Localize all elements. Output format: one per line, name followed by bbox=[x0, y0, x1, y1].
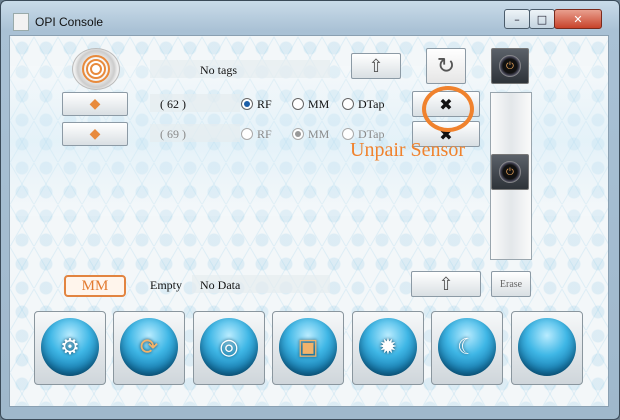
power-button-bottom[interactable]: ⏻ bbox=[491, 154, 529, 190]
eye-settings-icon: ✹ bbox=[378, 334, 398, 360]
tag-status: No tags bbox=[200, 63, 237, 77]
unpair-sensor-annotation: Unpair Sensor bbox=[350, 139, 465, 161]
sensor-2-mm-radio[interactable] bbox=[292, 128, 304, 140]
sensor-1-dtap-label: DTap bbox=[358, 97, 385, 111]
power-icon: ⏻ bbox=[499, 161, 521, 183]
sensor-2-count: ( 69 ) bbox=[160, 127, 186, 141]
tag-logo-icon bbox=[72, 48, 120, 90]
upload-tags-button[interactable]: ⇧ bbox=[351, 53, 401, 79]
mm-data-value: No Data bbox=[200, 278, 241, 292]
title-bar[interactable]: OPI Console – □ ✕ bbox=[1, 1, 619, 35]
maximize-button[interactable]: □ bbox=[529, 9, 555, 29]
settings-button[interactable]: ⚙ bbox=[34, 311, 106, 385]
power-button-top[interactable]: ⏻ bbox=[491, 48, 529, 84]
sync-button[interactable]: ⟳ bbox=[113, 311, 185, 385]
sensor-1-count: ( 62 ) bbox=[160, 97, 186, 111]
close-button[interactable]: ✕ bbox=[554, 9, 602, 29]
gear-icon: ⚙ bbox=[60, 334, 80, 360]
up-arrow-icon: ⇧ bbox=[438, 273, 454, 295]
sensor-1-rf-label: RF bbox=[257, 97, 272, 111]
sensor-1-button[interactable]: ◆ bbox=[62, 92, 128, 116]
sensor-icon: ◆ bbox=[89, 96, 101, 112]
mm-status-label: Empty bbox=[150, 278, 182, 292]
power-icon: ⏻ bbox=[499, 55, 521, 77]
refresh-button[interactable]: ↻ bbox=[426, 48, 466, 84]
sensor-1-rf-radio[interactable] bbox=[241, 98, 253, 110]
view-settings-button[interactable]: ✹ bbox=[352, 311, 424, 385]
sensor-1-dtap-radio[interactable] bbox=[342, 98, 354, 110]
memory-card-icon: ▣ bbox=[297, 334, 319, 360]
waveform-icon: ◎ bbox=[219, 334, 239, 360]
mm-upload-button[interactable]: ⇧ bbox=[411, 271, 481, 297]
memory-button[interactable]: ▣ bbox=[272, 311, 344, 385]
sync-icon: ⟳ bbox=[139, 334, 159, 360]
sensor-1-mm-radio[interactable] bbox=[292, 98, 304, 110]
console-panel: No tags ⇧ ↻ ⏻ ◆ ( 62 ) RF MM DTap ✖ ◆ ( … bbox=[9, 35, 609, 407]
mm-badge: MM bbox=[64, 275, 126, 297]
waveform-button[interactable]: ◎ bbox=[193, 311, 265, 385]
sensor-icon: ◆ bbox=[89, 126, 101, 142]
minimize-button[interactable]: – bbox=[504, 9, 530, 29]
app-icon bbox=[13, 13, 29, 31]
refresh-icon: ↻ bbox=[436, 53, 456, 79]
sensor-2-button[interactable]: ◆ bbox=[62, 122, 128, 146]
moon-icon: ☾ bbox=[457, 334, 477, 360]
blank-button[interactable] bbox=[511, 311, 583, 385]
sensor-1-mm-label: MM bbox=[308, 97, 330, 111]
sensor-2-rf-radio[interactable] bbox=[241, 128, 253, 140]
annotation-circle bbox=[422, 86, 474, 132]
night-mode-button[interactable]: ☾ bbox=[431, 311, 503, 385]
up-arrow-icon: ⇧ bbox=[368, 55, 384, 77]
sensor-2-mm-label: MM bbox=[308, 127, 330, 141]
erase-button[interactable]: Erase bbox=[491, 271, 531, 297]
app-window: OPI Console – □ ✕ No tags ⇧ ↻ ⏻ ◆ ( 62 )… bbox=[0, 0, 620, 420]
window-title: OPI Console bbox=[35, 15, 104, 29]
sensor-2-rf-label: RF bbox=[257, 127, 272, 141]
erase-label: Erase bbox=[499, 278, 523, 290]
tag-status-field bbox=[150, 60, 330, 78]
